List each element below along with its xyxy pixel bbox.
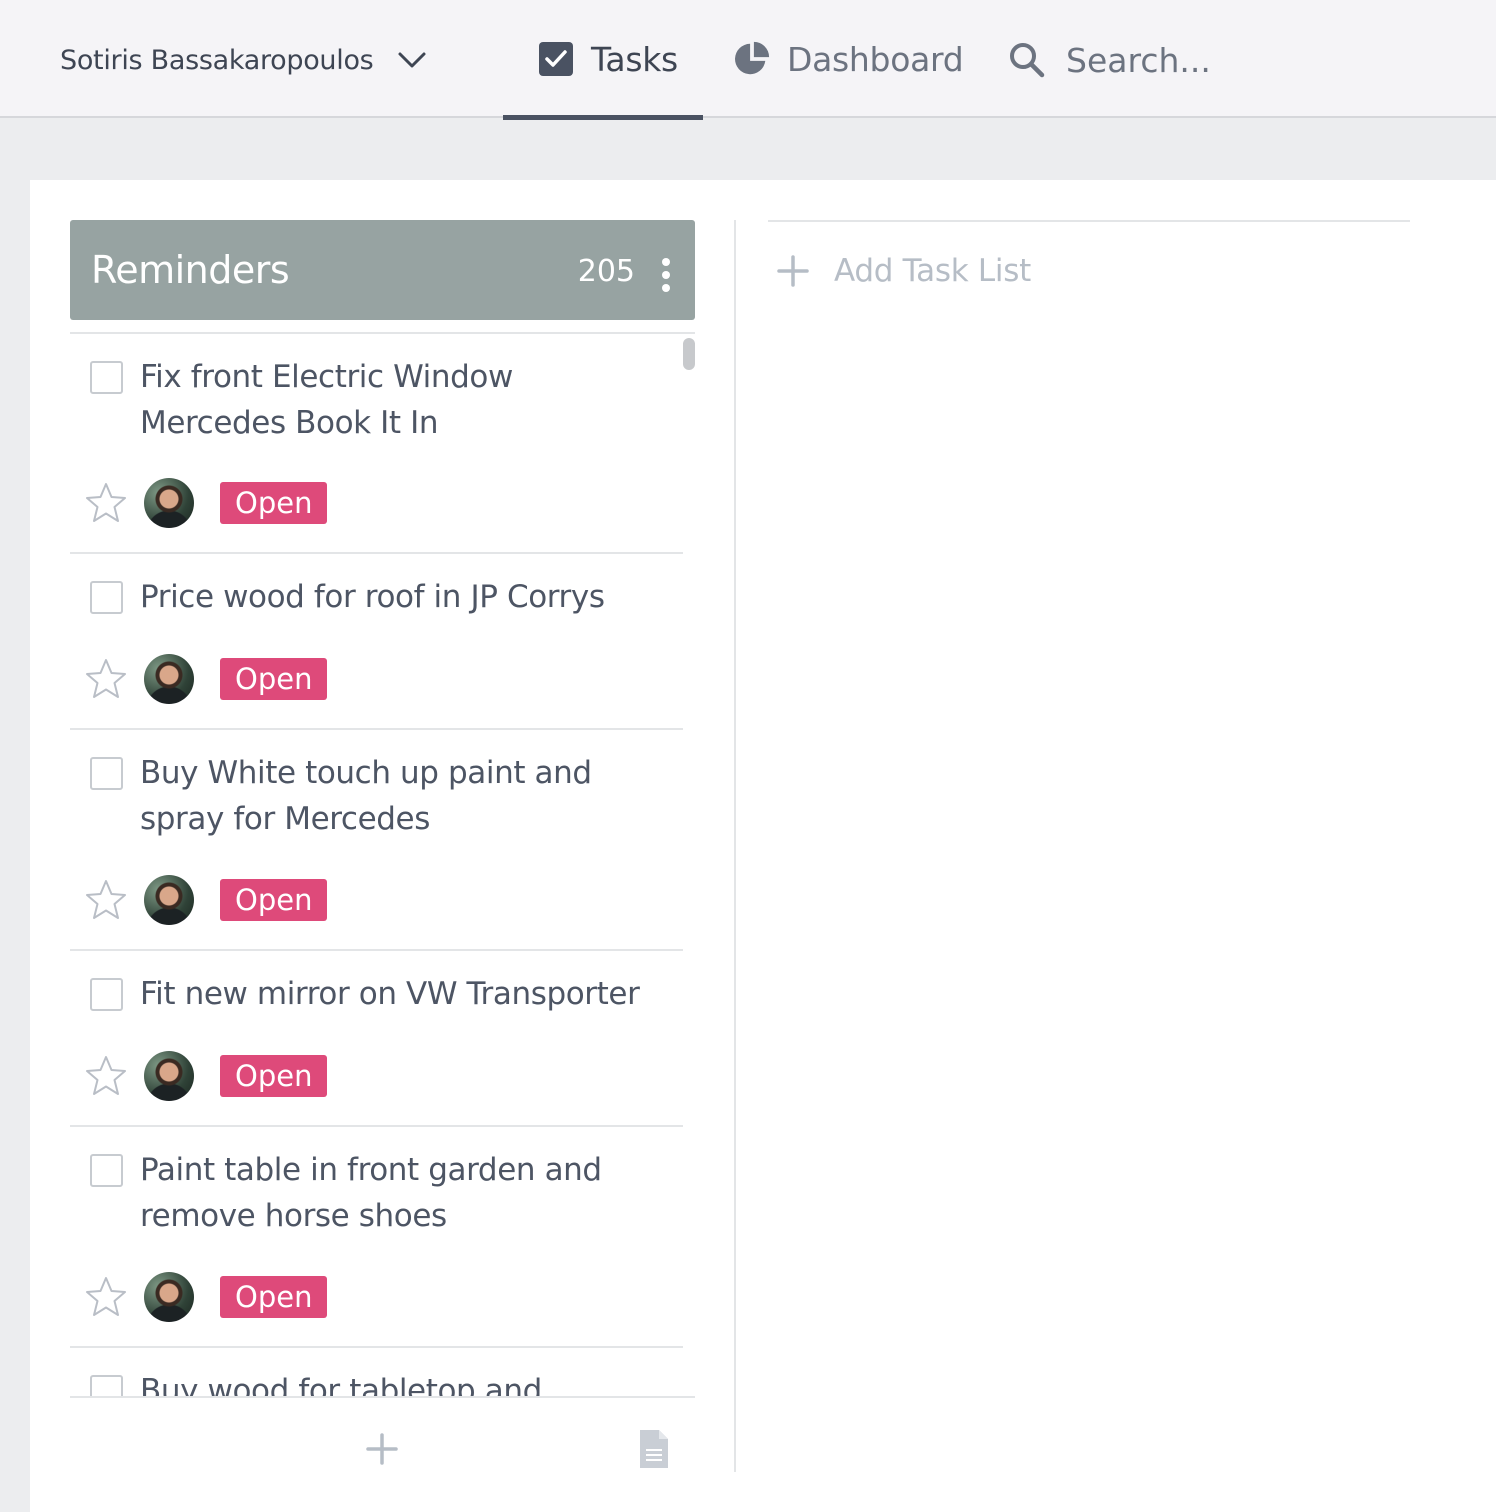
status-badge[interactable]: Open xyxy=(220,1276,328,1318)
star-icon[interactable] xyxy=(84,1275,128,1319)
column-divider xyxy=(734,220,736,1472)
task-meta: Open xyxy=(84,478,328,528)
add-task-plus-icon[interactable] xyxy=(365,1432,399,1466)
star-icon[interactable] xyxy=(84,481,128,525)
status-badge[interactable]: Open xyxy=(220,658,328,700)
task-card[interactable]: Buy wood for tabletop and xyxy=(70,1348,683,1396)
task-title: Buy White touch up paint and spray for M… xyxy=(140,755,592,837)
task-checkbox[interactable] xyxy=(90,978,123,1011)
user-name: Sotiris Bassakaropoulos xyxy=(60,44,374,76)
task-card[interactable]: Fix front Electric Window Mercedes Book … xyxy=(70,334,683,554)
list-title: Reminders xyxy=(91,248,290,292)
task-meta: Open xyxy=(84,1051,328,1101)
task-checkbox[interactable] xyxy=(90,1154,123,1187)
add-task-list-label: Add Task List xyxy=(834,253,1031,289)
search-box xyxy=(1008,30,1326,90)
avatar[interactable] xyxy=(144,875,194,925)
task-checkbox[interactable] xyxy=(90,1375,123,1396)
task-list-scroll[interactable]: Fix front Electric Window Mercedes Book … xyxy=(70,332,695,1396)
task-title: Paint table in front garden and remove h… xyxy=(140,1152,602,1234)
search-icon[interactable] xyxy=(1008,41,1046,79)
star-icon[interactable] xyxy=(84,1054,128,1098)
task-checkbox[interactable] xyxy=(90,361,123,394)
star-icon[interactable] xyxy=(84,657,128,701)
tab-tasks[interactable]: Tasks xyxy=(503,0,703,120)
task-meta: Open xyxy=(84,875,328,925)
avatar[interactable] xyxy=(144,654,194,704)
task-list-reminders: Reminders 205 Fix front Electric Window … xyxy=(70,220,695,1480)
top-nav: Sotiris Bassakaropoulos Tasks Dashboard xyxy=(0,0,1496,120)
task-title: Buy wood for tabletop and xyxy=(140,1373,542,1396)
user-switcher[interactable]: Sotiris Bassakaropoulos xyxy=(60,38,427,82)
chevron-down-icon xyxy=(398,52,426,68)
tab-dashboard-label: Dashboard xyxy=(787,39,964,79)
avatar[interactable] xyxy=(144,1272,194,1322)
avatar[interactable] xyxy=(144,478,194,528)
status-badge[interactable]: Open xyxy=(220,1055,328,1097)
status-badge[interactable]: Open xyxy=(220,482,328,524)
avatar[interactable] xyxy=(144,1051,194,1101)
checkbox-checked-icon xyxy=(539,42,573,76)
star-icon[interactable] xyxy=(84,878,128,922)
scrollbar-thumb[interactable] xyxy=(683,338,695,370)
task-title: Fit new mirror on VW Transporter xyxy=(140,976,640,1012)
task-board: Reminders 205 Fix front Electric Window … xyxy=(30,180,1496,1512)
plus-icon xyxy=(777,255,809,287)
list-footer xyxy=(70,1396,695,1480)
search-input[interactable] xyxy=(1066,40,1326,80)
task-meta: Open xyxy=(84,654,328,704)
task-checkbox[interactable] xyxy=(90,581,123,614)
list-header[interactable]: Reminders 205 xyxy=(70,220,695,320)
task-meta: Open xyxy=(84,1272,328,1322)
task-card[interactable]: Price wood for roof in JP Corrys Open xyxy=(70,554,683,730)
more-options-icon[interactable] xyxy=(661,258,671,294)
document-icon[interactable] xyxy=(638,1428,670,1470)
task-title: Fix front Electric Window Mercedes Book … xyxy=(140,359,513,441)
tab-dashboard[interactable]: Dashboard xyxy=(733,0,964,118)
task-card[interactable]: Fit new mirror on VW Transporter Open xyxy=(70,951,683,1127)
tab-tasks-label: Tasks xyxy=(591,39,678,79)
task-card[interactable]: Paint table in front garden and remove h… xyxy=(70,1127,683,1348)
pie-chart-icon xyxy=(735,41,770,75)
status-badge[interactable]: Open xyxy=(220,879,328,921)
task-title: Price wood for roof in JP Corrys xyxy=(140,579,605,615)
active-tab-indicator xyxy=(503,115,703,120)
list-count: 205 xyxy=(577,254,635,289)
task-checkbox[interactable] xyxy=(90,757,123,790)
add-task-list-button[interactable]: Add Task List xyxy=(768,220,1410,320)
task-card[interactable]: Buy White touch up paint and spray for M… xyxy=(70,730,683,951)
